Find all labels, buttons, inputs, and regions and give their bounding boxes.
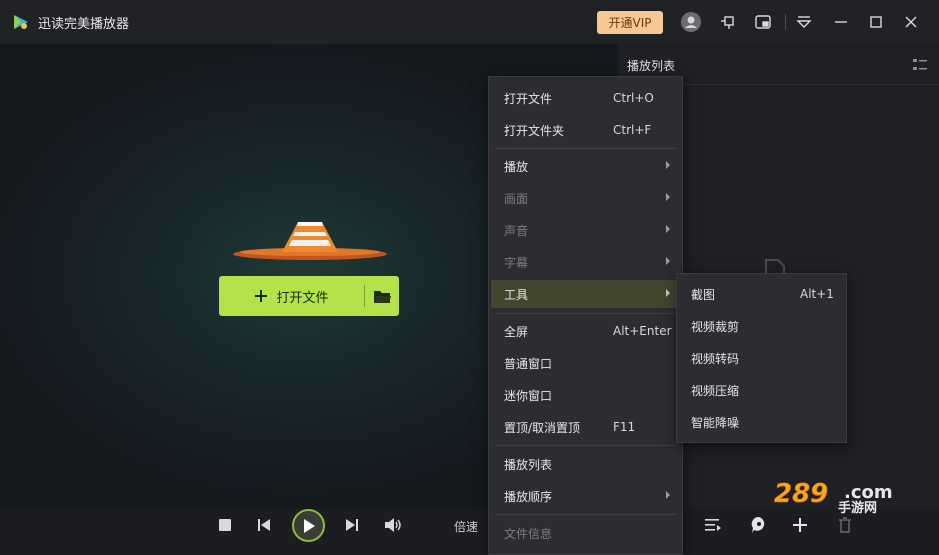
menu-label: 工具 — [504, 287, 529, 302]
svg-text:289: 289 — [774, 479, 828, 509]
tools-submenu: 截图 Alt+1 视频裁剪 视频转码 视频压缩 智能降噪 — [676, 273, 847, 443]
open-file-main[interactable]: 打开文件 — [219, 276, 364, 316]
close-icon[interactable] — [901, 12, 921, 32]
menu-label: 视频裁剪 — [691, 319, 740, 334]
submenu-item-screenshot[interactable]: 截图 Alt+1 — [679, 280, 844, 308]
submenu-arrow-icon — [666, 161, 670, 169]
menu-label: 打开文件 — [504, 91, 553, 106]
submenu-arrow-icon — [666, 193, 670, 201]
submenu-item-video-convert[interactable]: 视频转码 — [679, 344, 844, 372]
menu-item-pin-top[interactable]: 置顶/取消置顶 F11 — [491, 413, 680, 441]
menu-label: 播放列表 — [504, 457, 553, 472]
context-menu: 打开文件 Ctrl+O 打开文件夹 Ctrl+F 播放 画面 声音 字幕 工具 … — [488, 76, 683, 555]
comment-icon[interactable] — [748, 515, 770, 535]
maximize-icon[interactable] — [866, 12, 886, 32]
menu-label: 画面 — [504, 191, 529, 206]
next-icon[interactable] — [343, 516, 361, 534]
volume-icon[interactable] — [383, 516, 403, 534]
menu-item-normal-window[interactable]: 普通窗口 — [491, 349, 680, 377]
dropdown-menu-icon[interactable] — [794, 12, 814, 32]
playlist-toggle-icon[interactable] — [703, 516, 723, 534]
trash-icon[interactable] — [836, 515, 854, 535]
title-bar: 迅读完美播放器 开通VIP — [0, 0, 939, 44]
submenu-item-video-compress[interactable]: 视频压缩 — [679, 376, 844, 404]
plus-icon — [255, 290, 268, 302]
menu-label: 声音 — [504, 223, 529, 238]
add-icon[interactable] — [790, 515, 810, 535]
menu-label: 播放顺序 — [504, 489, 553, 504]
menu-label: 置顶/取消置顶 — [504, 420, 581, 435]
menu-item-subtitle[interactable]: 字幕 — [491, 248, 680, 276]
menu-label: 全屏 — [504, 324, 529, 339]
submenu-arrow-icon — [666, 491, 670, 499]
playlist-title: 播放列表 — [627, 59, 676, 73]
menu-item-play[interactable]: 播放 — [491, 152, 680, 180]
menu-item-file-info[interactable]: 文件信息 — [491, 519, 680, 547]
vip-button[interactable]: 开通VIP — [597, 11, 663, 34]
menu-shortcut: Alt+Enter — [613, 324, 672, 338]
mini-window-icon[interactable] — [753, 12, 773, 32]
app-logo-icon — [14, 15, 28, 29]
previous-icon[interactable] — [255, 516, 273, 534]
menu-item-open-folder[interactable]: 打开文件夹 Ctrl+F — [491, 116, 680, 144]
submenu-arrow-icon — [666, 257, 670, 265]
menu-shortcut: Alt+1 — [800, 287, 834, 301]
menu-label: 截图 — [691, 287, 716, 302]
watermark-logo: 289 .com 手游网 — [774, 479, 893, 516]
menu-label: 智能降噪 — [691, 415, 740, 430]
app-title: 迅读完美播放器 — [38, 17, 130, 32]
play-icon — [303, 518, 315, 533]
speed-button[interactable]: 倍速 — [454, 518, 478, 535]
open-folder-button[interactable] — [365, 276, 399, 316]
menu-label: 播放 — [504, 159, 529, 174]
menu-label: 视频压缩 — [691, 383, 740, 398]
pin-icon[interactable] — [718, 12, 738, 32]
menu-item-audio[interactable]: 声音 — [491, 216, 680, 244]
menu-label: 普通窗口 — [504, 356, 553, 371]
svg-text:.com: .com — [844, 482, 893, 503]
menu-item-open-file[interactable]: 打开文件 Ctrl+O — [491, 84, 680, 112]
menu-item-picture[interactable]: 画面 — [491, 184, 680, 212]
menu-shortcut: Ctrl+O — [613, 91, 654, 105]
menu-divider — [495, 514, 676, 515]
submenu-item-denoise[interactable]: 智能降噪 — [679, 408, 844, 436]
menu-label: 迷你窗口 — [504, 388, 553, 403]
menu-shortcut: Ctrl+F — [613, 123, 652, 137]
folder-icon — [374, 290, 391, 303]
titlebar-divider — [785, 14, 786, 30]
menu-label: 打开文件夹 — [504, 123, 565, 138]
menu-divider — [495, 313, 676, 314]
avatar-icon[interactable] — [681, 12, 701, 32]
menu-item-mini-window[interactable]: 迷你窗口 — [491, 381, 680, 409]
menu-item-playlist[interactable]: 播放列表 — [491, 450, 680, 478]
menu-label: 视频转码 — [691, 351, 740, 366]
menu-item-play-order[interactable]: 播放顺序 — [491, 482, 680, 510]
open-file-button[interactable]: 打开文件 — [219, 276, 399, 316]
submenu-arrow-icon — [666, 225, 670, 233]
svg-text:手游网: 手游网 — [838, 500, 877, 516]
submenu-item-video-cut[interactable]: 视频裁剪 — [679, 312, 844, 340]
minimize-icon[interactable] — [831, 12, 851, 32]
menu-divider — [495, 148, 676, 149]
open-file-label: 打开文件 — [276, 290, 329, 306]
menu-shortcut: F11 — [613, 420, 636, 434]
menu-divider — [495, 445, 676, 446]
player-logo-cone-icon — [233, 222, 387, 260]
stop-icon[interactable] — [216, 516, 234, 534]
menu-label: 字幕 — [504, 255, 529, 270]
list-view-icon[interactable] — [913, 58, 927, 72]
submenu-arrow-icon — [666, 289, 670, 297]
play-button[interactable] — [292, 509, 325, 542]
menu-item-tools[interactable]: 工具 — [491, 280, 680, 308]
menu-item-fullscreen[interactable]: 全屏 Alt+Enter — [491, 317, 680, 345]
menu-label: 文件信息 — [504, 526, 553, 541]
